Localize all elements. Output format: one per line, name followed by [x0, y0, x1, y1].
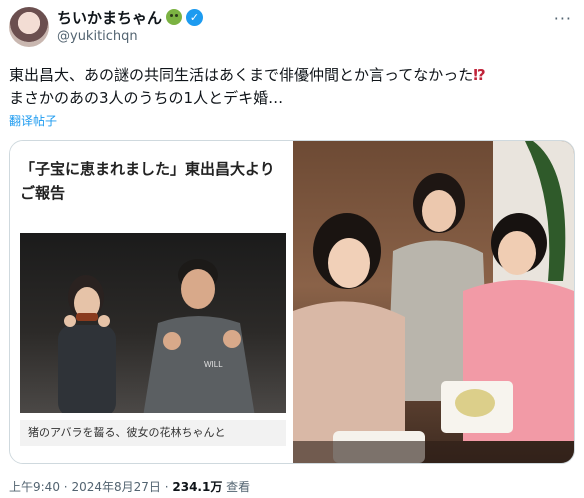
display-name[interactable]: ちいかまちゃん	[57, 7, 162, 28]
views-label: 查看	[226, 480, 251, 494]
more-options-icon[interactable]: ···	[554, 9, 572, 28]
tweet-meta: 上午9:40 · 2024年8月27日 · 234.1万 查看	[9, 478, 250, 495]
meta-separator: ·	[164, 480, 169, 494]
tweet-line-1: 東出昌大、あの謎の共同生活はあくまで俳優仲間とか言ってなかった⁉	[9, 66, 486, 84]
author-name-row[interactable]: ちいかまちゃん ✓	[57, 6, 204, 28]
user-handle[interactable]: @yukitichqn	[57, 29, 138, 44]
translate-post-link[interactable]: 翻译帖子	[9, 112, 57, 129]
meta-separator: ·	[63, 480, 68, 494]
tweet-line-2: まさかのあの3人のうちの1人とデキ婚…	[9, 89, 284, 107]
news-card-image[interactable]: 「子宝に恵まれました」東出昌大よりご報告 WILL 猪のアバラを齧る、彼女の花林…	[10, 141, 292, 463]
exclamation-question-icon: ⁉	[473, 66, 486, 84]
tweet-text: 東出昌大、あの謎の共同生活はあくまで俳優仲間とか言ってなかった⁉ まさかのあの3…	[9, 64, 579, 110]
verified-check-icon: ✓	[186, 8, 204, 26]
couple-photo: WILL	[20, 233, 286, 413]
post-date[interactable]: 2024年8月27日	[71, 480, 160, 494]
three-women-figure	[293, 141, 574, 463]
view-count: 234.1万	[172, 480, 223, 494]
avatar[interactable]	[9, 7, 49, 47]
photo-caption: 猪のアバラを齧る、彼女の花林ちゃんと	[20, 420, 286, 446]
shirt-text: WILL	[204, 360, 223, 369]
post-time[interactable]: 上午9:40	[9, 480, 60, 494]
woman-figure	[58, 275, 116, 413]
news-headline: 「子宝に恵まれました」東出昌大よりご報告	[20, 160, 275, 202]
group-photo[interactable]	[293, 141, 574, 463]
green-face-emoji-icon	[166, 9, 183, 25]
media-grid[interactable]: 「子宝に恵まれました」東出昌大よりご報告 WILL 猪のアバラを齧る、彼女の花林…	[9, 140, 575, 464]
man-figure: WILL	[143, 259, 255, 413]
